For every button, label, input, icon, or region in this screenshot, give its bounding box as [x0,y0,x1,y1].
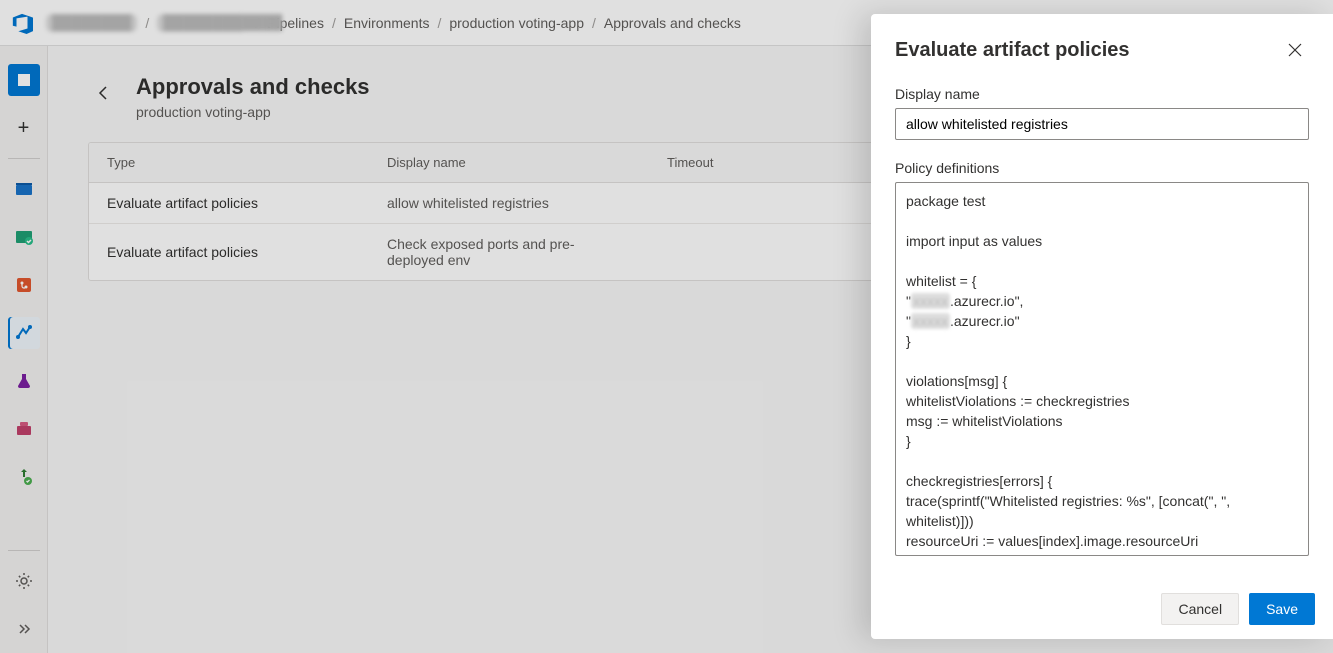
edit-policy-panel: Evaluate artifact policies Display name … [871,14,1333,639]
cancel-button[interactable]: Cancel [1161,593,1239,625]
close-button[interactable] [1281,36,1309,64]
display-name-label: Display name [895,86,1309,102]
panel-title: Evaluate artifact policies [895,39,1130,62]
display-name-input[interactable] [895,108,1309,140]
close-icon [1288,43,1302,57]
policy-definitions-label: Policy definitions [895,160,1309,176]
save-button[interactable]: Save [1249,593,1315,625]
policy-definitions-editor[interactable]: package testimport input as valueswhitel… [895,182,1309,556]
